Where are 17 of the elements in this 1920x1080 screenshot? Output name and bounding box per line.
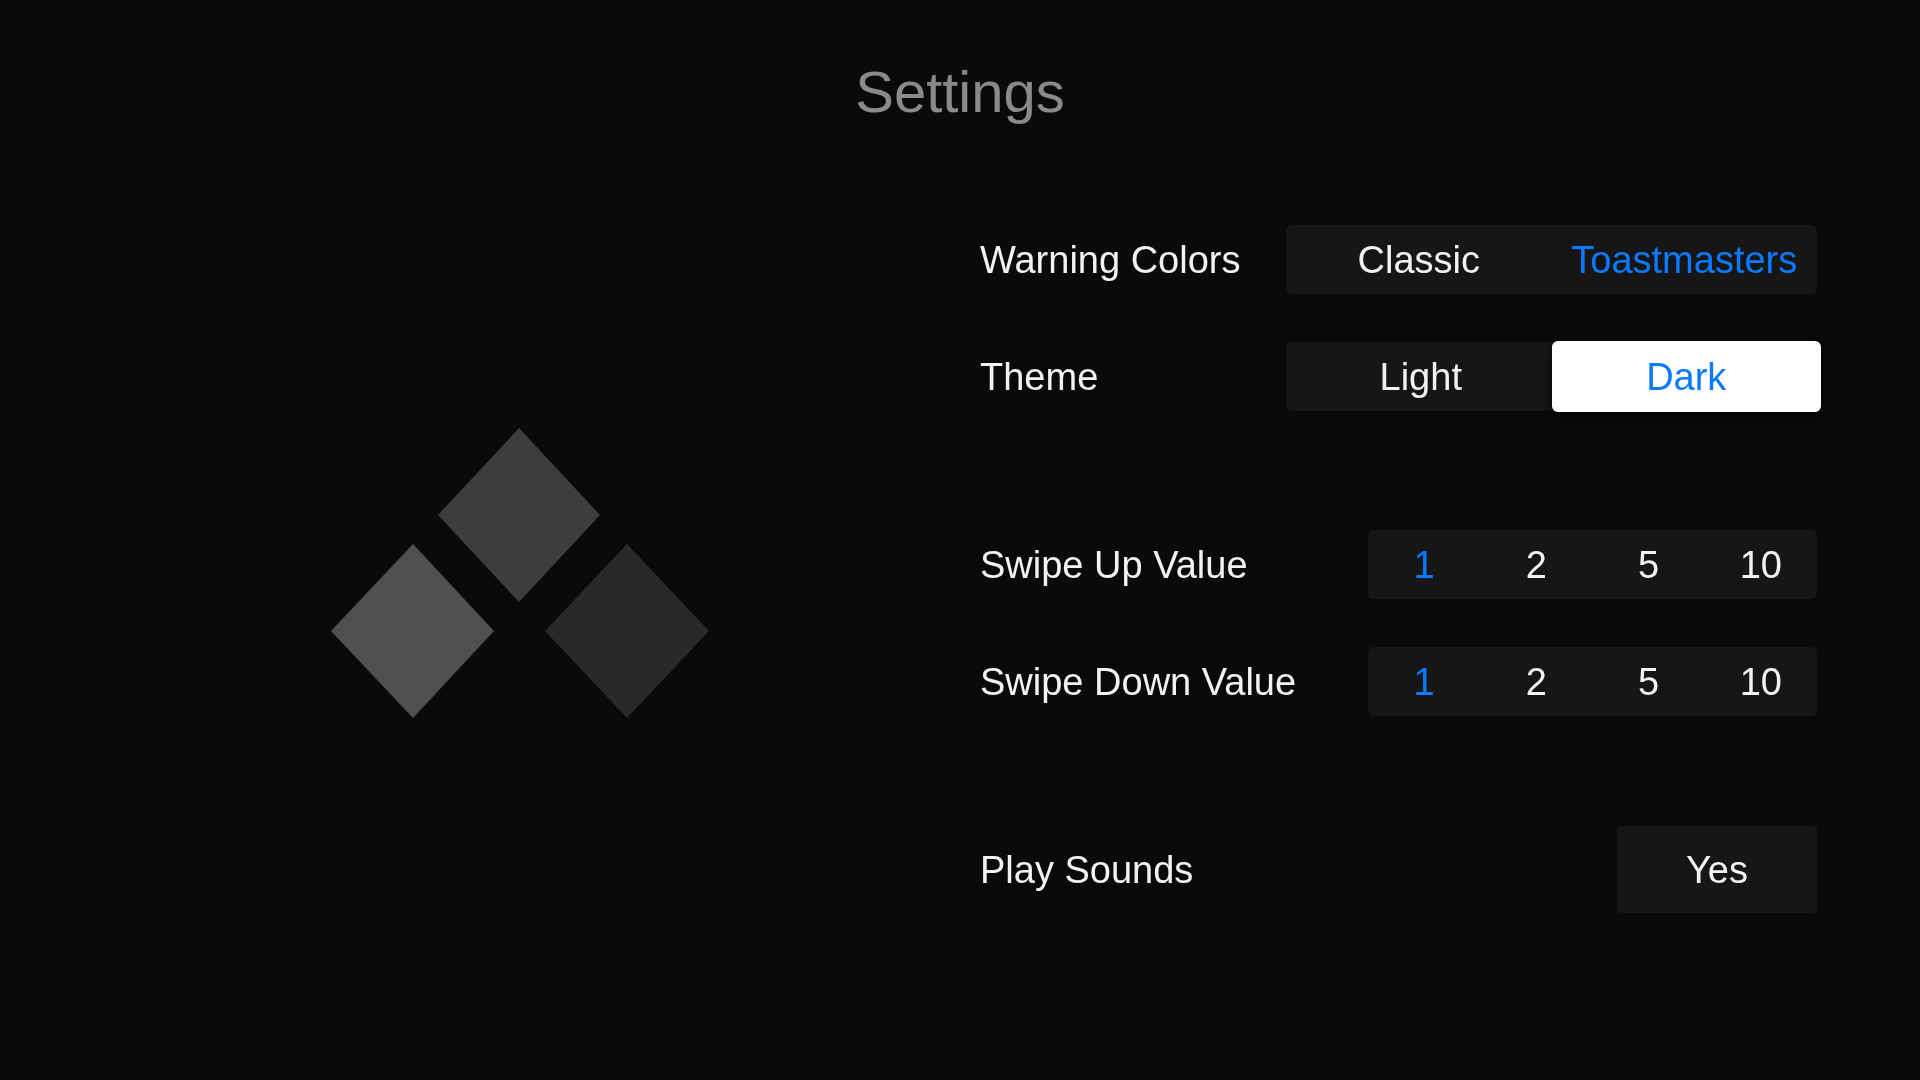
segment-option[interactable]: 10 bbox=[1704, 530, 1817, 599]
segment-option[interactable]: 5 bbox=[1592, 647, 1705, 716]
segment-option[interactable]: 1 bbox=[1368, 647, 1481, 716]
segment-option[interactable]: 10 bbox=[1704, 647, 1817, 716]
setting-label: Swipe Down Value bbox=[979, 662, 1297, 701]
setting-label: Warning Colors bbox=[979, 240, 1241, 279]
segment-option[interactable]: Classic bbox=[1286, 225, 1552, 294]
segment-option[interactable]: 2 bbox=[1480, 647, 1593, 716]
segment-option[interactable]: Toastmasters bbox=[1551, 225, 1817, 294]
setting-label: Play Sounds bbox=[979, 850, 1194, 889]
setting-label: Theme bbox=[979, 357, 1099, 396]
setting-label: Swipe Up Value bbox=[979, 545, 1248, 584]
segment-option[interactable]: 2 bbox=[1480, 530, 1593, 599]
segment-option[interactable]: 1 bbox=[1368, 530, 1481, 599]
segment-option[interactable]: 5 bbox=[1592, 530, 1705, 599]
value-button[interactable]: Yes bbox=[1617, 826, 1817, 913]
segment-option[interactable]: Dark bbox=[1551, 341, 1821, 412]
